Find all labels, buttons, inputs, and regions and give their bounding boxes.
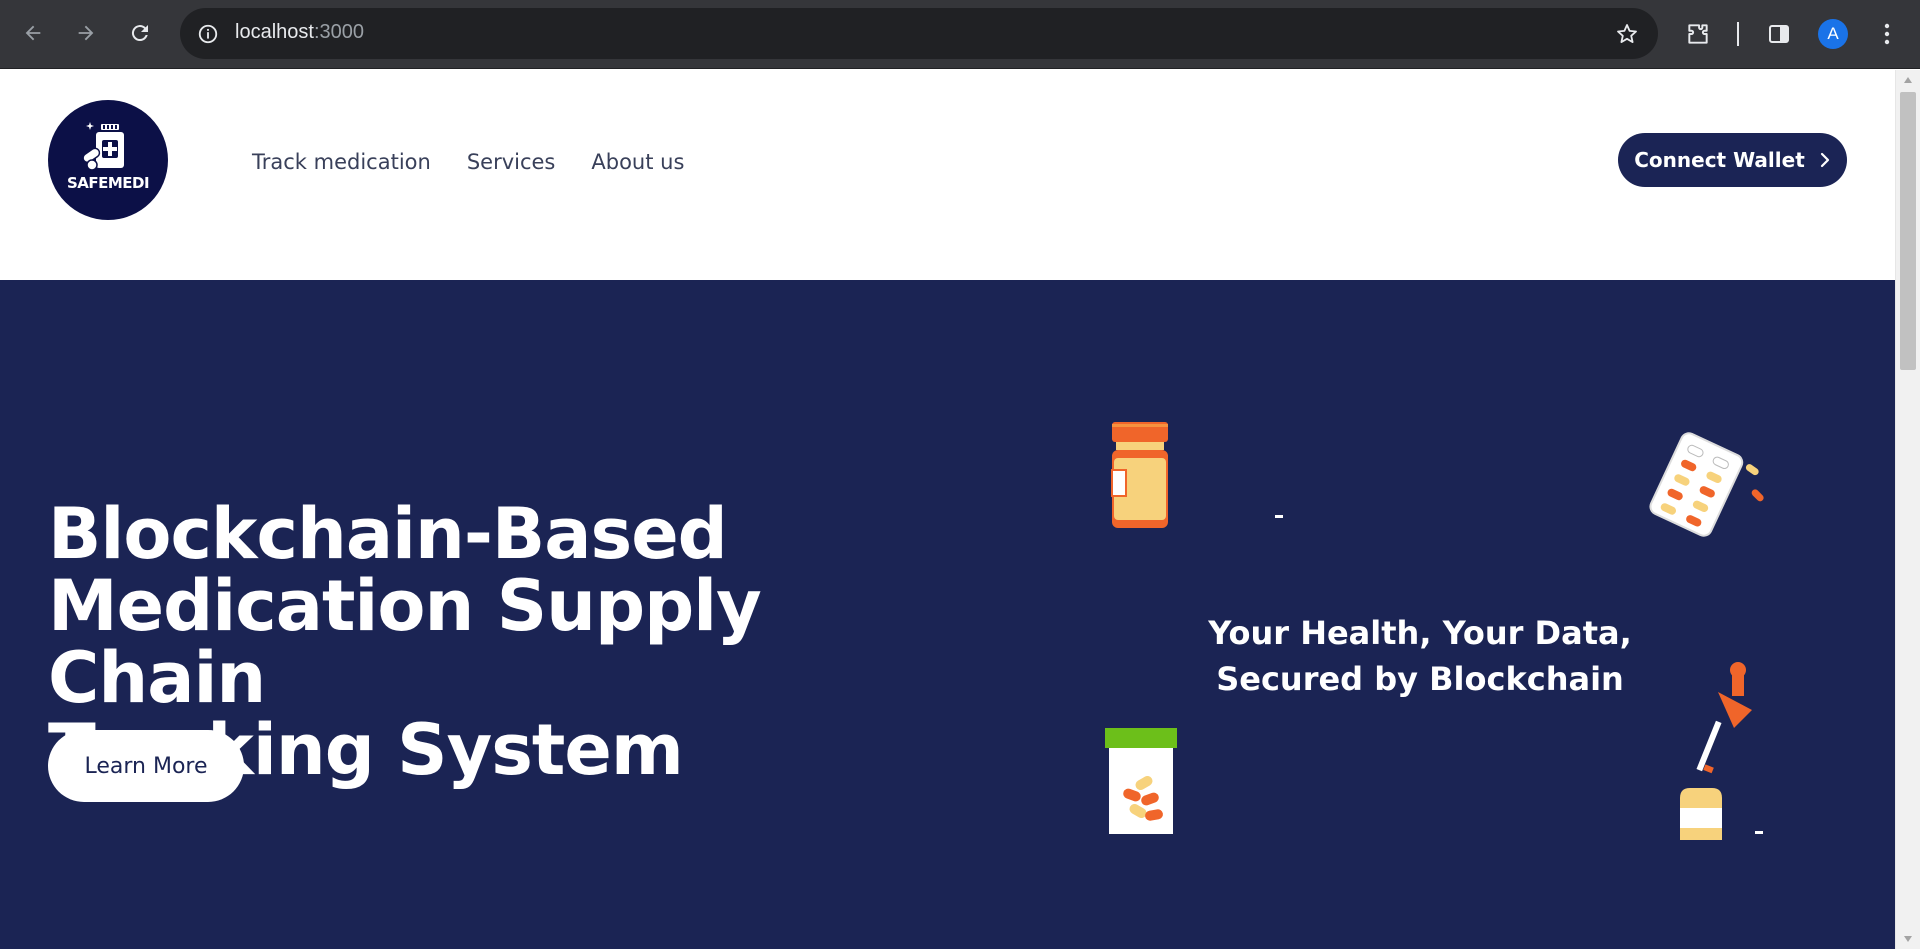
connect-wallet-button[interactable]: Connect Wallet xyxy=(1618,133,1847,187)
learn-more-button[interactable]: Learn More xyxy=(48,730,244,802)
url-host: localhost xyxy=(235,21,314,43)
site-info-icon[interactable] xyxy=(194,20,221,47)
extensions-puzzle-icon[interactable] xyxy=(1681,17,1715,51)
browser-toolbar: localhost:3000 A xyxy=(0,0,1920,69)
url-text: localhost:3000 xyxy=(235,21,364,44)
scroll-up-arrow-icon[interactable] xyxy=(1896,70,1920,90)
kebab-menu-icon[interactable] xyxy=(1870,17,1904,51)
safemedi-logo[interactable]: SAFEMEDI xyxy=(48,100,168,220)
orange-pill-bottle-icon xyxy=(1111,422,1168,528)
hero-tagline: Your Health, Your Data, Secured by Block… xyxy=(1160,610,1680,702)
tagline-line-2: Secured by Blockchain xyxy=(1216,660,1624,698)
dropper-bottle-icon xyxy=(1680,662,1752,840)
side-panel-icon[interactable] xyxy=(1762,17,1796,51)
connect-wallet-label: Connect Wallet xyxy=(1634,148,1805,172)
nav-track-medication[interactable]: Track medication xyxy=(252,150,431,174)
web-page: SAFEMEDI Track medication Services About… xyxy=(0,70,1895,949)
blister-pack-icon xyxy=(1649,432,1764,537)
nav-about-us[interactable]: About us xyxy=(591,150,684,174)
reload-icon[interactable] xyxy=(124,17,156,49)
main-nav: Track medication Services About us xyxy=(252,150,684,174)
tagline-line-1: Your Health, Your Data, xyxy=(1208,614,1632,652)
scrollbar-thumb[interactable] xyxy=(1900,92,1916,370)
dash-mark xyxy=(1755,831,1763,834)
url-port: :3000 xyxy=(313,21,364,43)
headline-line-2: Medication Supply Chain xyxy=(48,565,762,719)
green-cap-jar-icon xyxy=(1105,728,1177,834)
scroll-down-arrow-icon[interactable] xyxy=(1896,929,1920,949)
hero-illustration: Your Health, Your Data, Secured by Block… xyxy=(1000,410,1850,880)
toolbar-divider xyxy=(1737,22,1739,46)
site-header: SAFEMEDI Track medication Services About… xyxy=(0,70,1895,280)
chevron-right-icon xyxy=(1820,152,1829,168)
dash-mark xyxy=(1275,515,1283,518)
profile-avatar[interactable]: A xyxy=(1818,19,1848,49)
headline-line-1: Blockchain-Based xyxy=(48,493,728,575)
bookmark-star-icon[interactable] xyxy=(1612,19,1642,49)
forward-icon[interactable] xyxy=(70,17,102,49)
back-icon[interactable] xyxy=(17,17,49,49)
address-bar[interactable]: localhost:3000 xyxy=(180,8,1658,59)
logo-text: SAFEMEDI xyxy=(66,174,150,192)
nav-services[interactable]: Services xyxy=(467,150,556,174)
hero-section: Blockchain-Based Medication Supply Chain… xyxy=(0,280,1895,949)
page-scrollbar[interactable] xyxy=(1895,70,1920,949)
medicine-bottle-icon xyxy=(82,122,124,171)
